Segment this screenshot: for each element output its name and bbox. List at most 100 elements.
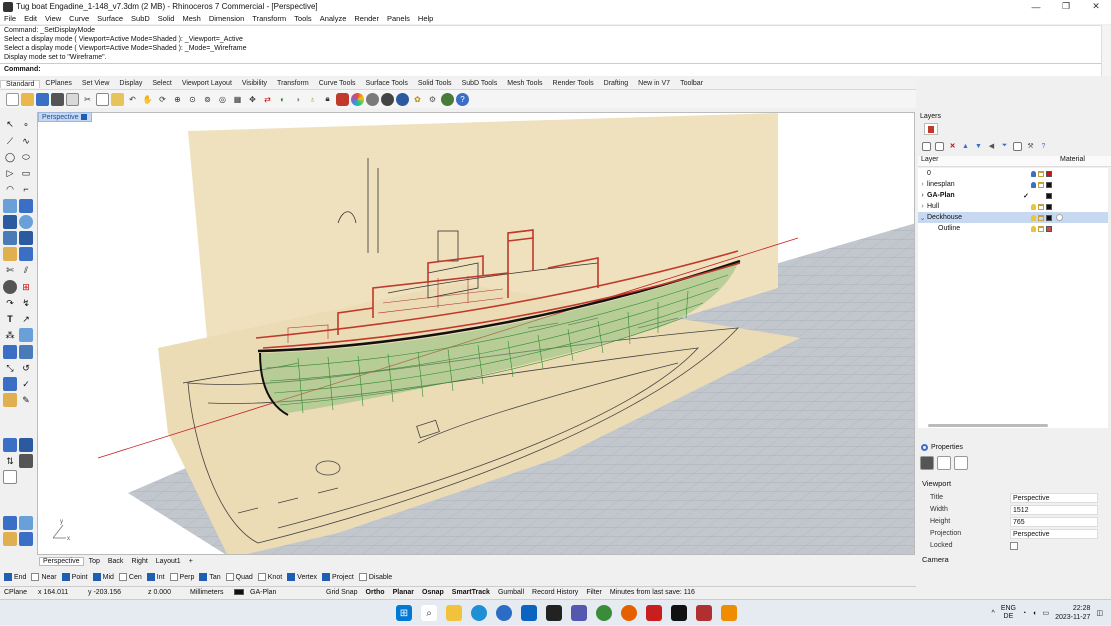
polyline-icon[interactable]: ⟋ <box>3 134 17 148</box>
visibility-bulb-icon[interactable] <box>1031 181 1036 188</box>
projection-dropdown[interactable]: Perspective <box>1010 528 1098 539</box>
osnap-cen-checkbox[interactable] <box>118 573 127 581</box>
rotate-view-icon[interactable]: ⟳ <box>156 93 169 106</box>
osnap-int[interactable]: Int <box>146 573 165 581</box>
expand-icon[interactable]: › <box>918 203 927 210</box>
grid-icon[interactable]: ▦ <box>231 93 244 106</box>
copy-icon[interactable] <box>96 92 109 106</box>
cplane-icon[interactable] <box>3 438 17 452</box>
new-file-icon[interactable] <box>6 92 19 106</box>
osnap-project[interactable]: Project <box>322 573 354 581</box>
transform-icon[interactable]: ⇅ <box>3 454 17 468</box>
rectangle-icon[interactable]: ▭ <box>19 166 33 180</box>
layer-row[interactable]: › linesplan <box>918 179 1108 190</box>
paste-icon[interactable] <box>111 92 124 106</box>
cplane-label[interactable]: CPlane <box>0 589 34 596</box>
smarttrack-toggle[interactable]: SmartTrack <box>448 589 494 596</box>
mesh-tool-icon[interactable] <box>3 247 17 261</box>
current-layer[interactable]: GA-Plan <box>230 589 322 596</box>
import-icon[interactable] <box>66 92 79 106</box>
box-icon[interactable] <box>3 215 17 229</box>
mirror-icon[interactable] <box>19 345 33 359</box>
acrobat-icon[interactable] <box>646 605 662 621</box>
viewport-scene[interactable]: y x <box>38 113 915 555</box>
tab-perspective[interactable]: Perspective <box>39 557 84 566</box>
layer-row[interactable]: 0 <box>918 168 1108 179</box>
visibility-bulb-icon[interactable] <box>1031 225 1036 232</box>
osnap-perp[interactable]: Perp <box>169 573 194 581</box>
battery-icon[interactable]: ▭ <box>1042 609 1049 617</box>
layer-column-header[interactable]: Layer <box>918 156 1060 166</box>
maximize-button[interactable]: ❐ <box>1051 1 1081 12</box>
undo-icon[interactable]: ↶ <box>126 93 139 106</box>
visibility-bulb-icon[interactable] <box>1031 214 1036 221</box>
save-icon[interactable] <box>36 92 49 106</box>
named-view-icon[interactable] <box>19 438 33 452</box>
layers-tab-icon[interactable] <box>924 123 938 135</box>
terminal-icon[interactable] <box>546 605 562 621</box>
volume-icon[interactable]: ◖ <box>1032 610 1036 617</box>
block-icon[interactable] <box>19 454 33 468</box>
help-icon[interactable]: ? <box>456 92 469 106</box>
menu-tools[interactable]: Tools <box>290 14 316 23</box>
rotate-icon[interactable]: ↺ <box>19 361 33 375</box>
project-icon[interactable] <box>3 377 17 391</box>
dimension-icon[interactable]: ↗ <box>19 312 33 326</box>
analyze-icon[interactable] <box>3 345 17 359</box>
notifications-icon[interactable]: ◫ <box>1096 609 1103 617</box>
join-icon[interactable]: ⊞ <box>19 280 33 294</box>
scale-icon[interactable]: ⤡ <box>3 361 17 375</box>
osnap-disable-checkbox[interactable] <box>358 573 367 581</box>
zoom-icon[interactable]: ⊕ <box>171 93 184 106</box>
move-icon[interactable]: ✥ <box>246 93 259 106</box>
tab-subd-tools[interactable]: SubD Tools <box>457 80 503 87</box>
menu-help[interactable]: Help <box>414 14 437 23</box>
explode-icon[interactable] <box>3 280 17 294</box>
osnap-near[interactable]: Near <box>31 573 57 581</box>
tab-viewport-layout[interactable]: Viewport Layout <box>177 80 237 87</box>
edge-icon[interactable] <box>471 605 487 621</box>
prop-title-field[interactable]: Perspective <box>1010 492 1098 503</box>
camera-section-header[interactable]: Camera <box>922 555 1102 565</box>
osnap-mid[interactable]: Mid <box>92 573 114 581</box>
layout-icon[interactable] <box>19 532 33 546</box>
ortho-toggle[interactable]: Ortho <box>362 589 389 596</box>
layer-icon[interactable] <box>336 92 349 106</box>
tab-visibility[interactable]: Visibility <box>237 80 272 87</box>
osnap-project-checkbox[interactable] <box>322 573 331 581</box>
layer-color-swatch[interactable] <box>1046 192 1052 199</box>
search-icon[interactable]: ⌕ <box>421 605 437 621</box>
camera-tab-icon[interactable] <box>920 456 934 470</box>
boolean-icon[interactable] <box>19 231 33 245</box>
tab-transform[interactable]: Transform <box>272 80 314 87</box>
move-to-parent-icon[interactable]: ◀ <box>987 142 996 151</box>
clock[interactable]: 22:28 2023-11-27 <box>1055 604 1090 622</box>
tab-mesh-tools[interactable]: Mesh Tools <box>502 80 547 87</box>
menu-dimension[interactable]: Dimension <box>205 14 248 23</box>
visibility-bulb-icon[interactable] <box>1031 203 1036 210</box>
osnap-end[interactable]: End <box>4 573 26 581</box>
tab-solid-tools[interactable]: Solid Tools <box>413 80 457 87</box>
tab-set-view[interactable]: Set View <box>77 80 115 87</box>
menu-subd[interactable]: SubD <box>127 14 154 23</box>
layer-color-swatch[interactable] <box>1046 225 1052 232</box>
split-icon[interactable]: ⫽ <box>19 263 33 277</box>
tab-display[interactable]: Display <box>114 80 147 87</box>
rename-icon[interactable] <box>3 532 17 546</box>
chrome-icon[interactable] <box>596 605 612 621</box>
command-scrollbar[interactable] <box>1101 25 1111 76</box>
zoom-all-icon[interactable] <box>19 516 33 530</box>
osnap-disable[interactable]: Disable <box>358 573 392 581</box>
mesh-icon[interactable]: ✿ <box>411 93 424 106</box>
color-icon[interactable] <box>351 92 364 106</box>
flow-icon[interactable] <box>19 328 33 342</box>
osnap-knot-checkbox[interactable] <box>257 573 266 581</box>
layer-color-swatch[interactable] <box>1046 181 1052 188</box>
rebuild-icon[interactable]: ↯ <box>19 296 33 310</box>
layer-row[interactable]: › GA-Plan ✓ <box>918 190 1108 201</box>
file-explorer-icon[interactable] <box>446 605 462 621</box>
tools-icon[interactable]: ⚒ <box>1026 142 1035 151</box>
help-icon[interactable]: ? <box>1039 142 1048 151</box>
offset-icon[interactable]: ↷ <box>3 296 17 310</box>
pan-icon[interactable]: ✋ <box>141 93 154 106</box>
